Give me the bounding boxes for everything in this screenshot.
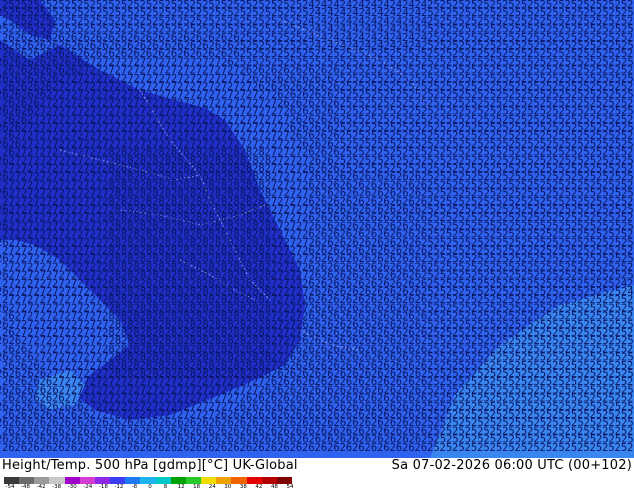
map-canvas: 25 25 25 25 25 25 25 25 25 25 25 25 25 25 25 25 25 25 25 25… [0,0,634,458]
contour-labels: 25 25 25 25 25 25 25 25 25 25 25 25 25 25 25 25 25 25 25 25… [0,0,634,454]
contour-value-label: 25 [502,442,515,454]
contour-value-label: 26 [377,442,390,454]
contour-value-label: 26 [127,442,140,454]
contour-value-label: 26 [40,442,53,454]
color-scale-label: 38 [239,484,247,490]
contour-value-label: 26 [215,442,228,454]
weather-map[interactable]: 25 25 25 25 25 25 25 25 25 25 25 25 25 25 25 25 25 25 25 25… [0,0,634,458]
color-scale-swatch [231,477,247,484]
contour-value-label: 26 [340,442,353,454]
contour-value-label: 26 [390,442,403,454]
contour-value-label: 26 [140,442,153,454]
color-scale-swatch [140,477,156,484]
color-scale-swatch [110,477,126,484]
contour-value-label: 26 [65,442,78,454]
color-scale-swatch [19,477,35,484]
color-scale-label: 12 [177,484,185,490]
contour-value-label: 26 [202,442,215,454]
color-scale-swatch [94,477,111,484]
contour-value-label: 26 [415,442,428,454]
color-scale-label: -8 [131,484,138,490]
contour-value-label: 26 [115,442,128,454]
color-scale-label: 54 [286,484,294,490]
color-scale-label: -18 [98,484,108,490]
color-scale-swatch [246,477,262,484]
contour-value-label: 25 [565,442,578,454]
contour-value-label: 26 [240,442,253,454]
color-scale-swatch [276,477,292,484]
contour-value-label: 26 [302,442,315,454]
contour-value-label: 25 [577,442,590,454]
color-scale-label: -48 [21,484,31,490]
contour-value-label: 25 [590,442,603,454]
contour-value-label: 25 [527,442,540,454]
contour-value-label: 25 [615,442,628,454]
contour-value-label: 26 [290,442,303,454]
contour-value-label: 25 [477,442,490,454]
color-scale-label: -54 [5,484,15,490]
contour-value-label: 26 [402,442,415,454]
color-scale-label: -30 [67,484,77,490]
contour-value-label: 25 [490,442,503,454]
color-scale-swatch [4,477,20,484]
color-scale-swatch [34,477,50,484]
color-scale-label: 18 [193,484,201,490]
contour-value-label: 26 [27,442,40,454]
color-scale-swatch [125,477,141,484]
contour-value-label: 26 [190,442,203,454]
contour-value-label: 25 [465,442,478,454]
color-scale-labels: -54 -48 -42 -38 -30 -24 -18 -12 -8 0 8 12 18 24 30 38 42… [0,484,300,490]
color-scale-swatch [49,477,65,484]
contour-value-label: 26 [165,442,178,454]
color-scale-swatch [201,477,217,484]
contour-value-label: 25 [440,442,453,454]
contour-value-label: 26 [227,442,240,454]
color-scale-label: -42 [36,484,46,490]
contour-value-label: 26 [177,442,190,454]
contour-value-label: 25 [427,442,440,454]
contour-value-label: 26 [327,442,340,454]
contour-value-label: 25 [540,442,553,454]
color-scale-label: 42 [255,484,263,490]
contour-value-label: 25 [602,442,615,454]
map-footer: Height/Temp. 500 hPa [gdmp][°C] UK-Globa… [0,458,634,490]
color-scale-label: 48 [270,484,278,490]
contour-value-label: 25 [627,442,634,454]
color-scale-swatch [185,477,202,484]
contour-value-label: 26 [2,442,15,454]
color-scale-swatch [64,477,80,484]
color-scale-swatch [261,477,277,484]
contour-value-label: 26 [277,442,290,454]
contour-value-label: 25 [515,442,528,454]
contour-value-label: 26 [365,442,378,454]
color-scale-label: -12 [114,484,124,490]
contour-value-label: 26 [252,442,265,454]
contour-value-label: 26 [152,442,165,454]
color-scale-label: 8 [163,484,168,490]
contour-value-label: 26 [90,442,103,454]
contour-value-label: 26 [77,442,90,454]
color-scale-swatch [79,477,95,484]
map-title: Height/Temp. 500 hPa [gdmp][°C] UK-Globa… [2,458,298,473]
color-scale-label: -38 [52,484,62,490]
contour-value-label: 26 [352,442,365,454]
color-scale-swatch [170,477,186,484]
color-scale-label: 30 [224,484,232,490]
color-scale-label: 24 [208,484,216,490]
contour-value-label: 26 [102,442,115,454]
contour-value-label: 25 [552,442,565,454]
contour-value-label: 26 [52,442,65,454]
contour-value-label: 26 [265,442,278,454]
contour-value-label: 26 [15,442,28,454]
color-scale-swatch [216,477,232,484]
contour-value-label: 26 [315,442,328,454]
map-datetime: Sa 07-02-2026 06:00 UTC (00+102) [391,458,632,473]
color-scale-bar [4,477,292,484]
contour-value-label: 25 [452,442,465,454]
color-scale-swatch [155,477,171,484]
color-scale-label: -24 [83,484,93,490]
color-scale-label: 0 [148,484,152,490]
